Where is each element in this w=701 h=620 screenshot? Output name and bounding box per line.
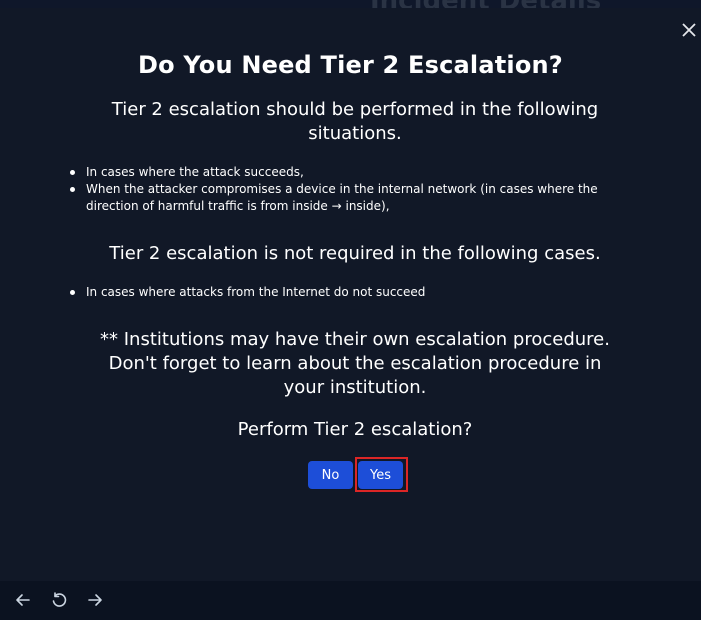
modal-title: Do You Need Tier 2 Escalation? bbox=[138, 51, 563, 79]
list-item: In cases where the attack succeeds, bbox=[70, 164, 646, 181]
navigation-bar bbox=[0, 581, 701, 620]
list-item: In cases where attacks from the Internet… bbox=[70, 284, 646, 301]
arrow-right-icon bbox=[88, 594, 102, 606]
close-icon bbox=[682, 23, 696, 37]
no-button[interactable]: No bbox=[308, 461, 353, 489]
not-required-list: In cases where attacks from the Internet… bbox=[70, 284, 646, 301]
required-list: In cases where the attack succeeds, When… bbox=[70, 164, 646, 215]
escalation-question: Perform Tier 2 escalation? bbox=[237, 419, 473, 440]
intro-text: Tier 2 escalation should be performed in… bbox=[111, 99, 599, 144]
not-required-heading: Tier 2 escalation is not required in the… bbox=[109, 243, 601, 264]
list-item: When the attacker compromises a device i… bbox=[70, 181, 646, 215]
reload-icon bbox=[52, 592, 67, 607]
arrow-left-icon bbox=[16, 594, 30, 606]
close-button[interactable] bbox=[677, 18, 701, 42]
yes-button[interactable]: Yes bbox=[358, 461, 403, 489]
reload-button[interactable] bbox=[48, 589, 70, 611]
escalation-modal: Do You Need Tier 2 Escalation? Tier 2 es… bbox=[0, 8, 701, 581]
escalation-note: ** Institutions may have their own escal… bbox=[100, 329, 610, 398]
back-button[interactable] bbox=[12, 589, 34, 611]
forward-button[interactable] bbox=[84, 589, 106, 611]
